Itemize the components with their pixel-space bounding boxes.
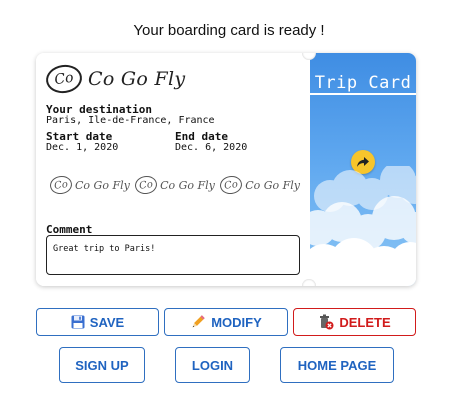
logo-text: Co Go Fly — [88, 68, 186, 90]
comment-field[interactable]: Great trip to Paris! — [46, 235, 300, 275]
logo-stamp: Co Co Go Fly — [48, 174, 130, 196]
sign-up-button[interactable]: SIGN UP — [59, 347, 145, 383]
start-date-value: Dec. 1, 2020 — [46, 142, 119, 153]
trash-icon — [318, 314, 334, 330]
home-page-button-label: HOME PAGE — [297, 357, 377, 373]
logo-mark: Co — [44, 62, 84, 96]
logo-stamp: Co Co Go Fly — [133, 174, 215, 196]
stamp-mark: Co — [133, 174, 159, 196]
save-button-label: SAVE — [89, 314, 125, 330]
stamp-text: Co Go Fly — [75, 178, 130, 192]
logo-stamps: Co Co Go Fly Co Co Go Fly Co Co Go Fly — [48, 174, 300, 196]
modify-button-label: MODIFY — [211, 314, 262, 330]
destination-value: Paris, Ile-de-France, France — [46, 115, 215, 126]
delete-button[interactable]: DELETE — [293, 308, 416, 336]
logo-stamp: Co Co Go Fly — [219, 174, 300, 196]
page-title: Your boarding card is ready ! — [133, 22, 325, 39]
stamp-mark: Co — [48, 174, 74, 196]
login-button[interactable]: LOGIN — [175, 347, 250, 383]
stamp-text: Co Go Fly — [160, 178, 215, 192]
stub-title: Trip Card — [314, 73, 412, 93]
pencil-icon — [190, 314, 206, 330]
home-page-button[interactable]: HOME PAGE — [280, 347, 394, 383]
company-logo: Co Co Go Fly — [44, 62, 186, 96]
stamp-text: Co Go Fly — [245, 178, 300, 192]
floppy-disk-icon — [71, 315, 85, 329]
end-date-value: Dec. 6, 2020 — [175, 142, 248, 153]
delete-button-label: DELETE — [339, 314, 391, 330]
clouds-illustration — [310, 166, 416, 286]
stub-title-underline — [310, 93, 416, 95]
stamp-mark: Co — [219, 174, 244, 196]
save-button[interactable]: SAVE — [36, 308, 159, 336]
boarding-card-stub: Trip Card — [310, 53, 416, 286]
boarding-card-main: Co Co Go Fly Your destination Paris, Ile… — [36, 53, 308, 286]
ticket-notch-bottom — [302, 279, 316, 286]
sign-up-button-label: SIGN UP — [75, 357, 129, 373]
modify-button[interactable]: MODIFY — [164, 308, 288, 336]
login-button-label: LOGIN — [191, 357, 234, 373]
boarding-card: Co Co Go Fly Your destination Paris, Ile… — [36, 53, 416, 286]
